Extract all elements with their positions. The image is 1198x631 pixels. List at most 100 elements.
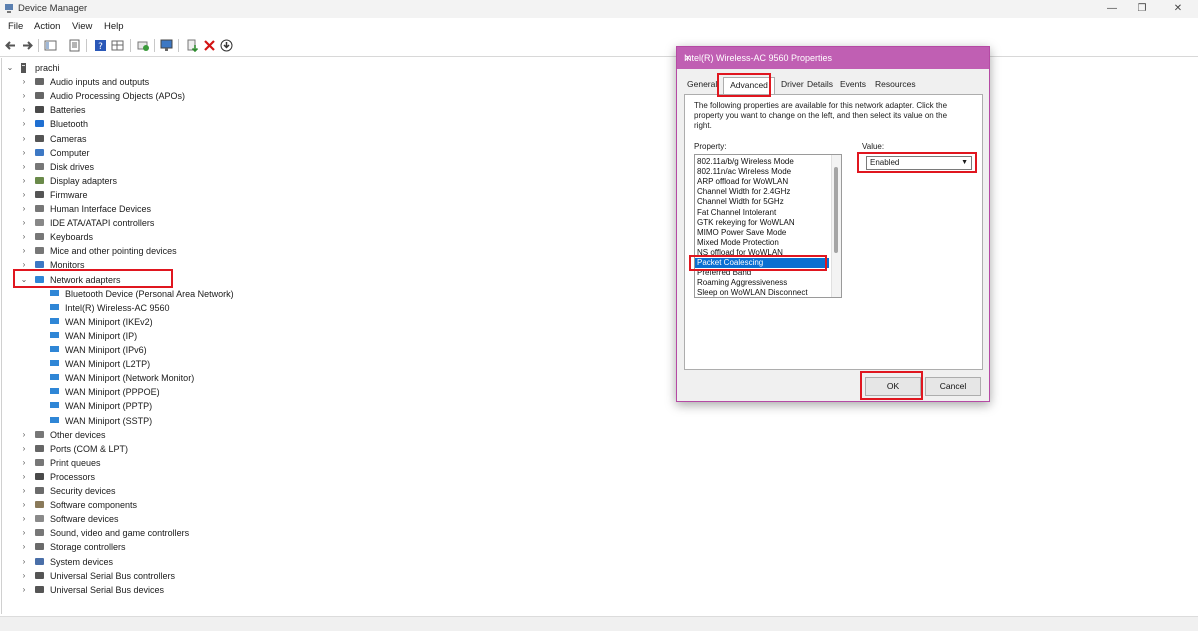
- forward-arrow-icon[interactable]: [21, 39, 34, 52]
- tree-device-bluetooth-device-personal-area-network[interactable]: Bluetooth Device (Personal Area Network): [0, 287, 260, 301]
- chevron-right-icon[interactable]: ›: [19, 103, 29, 117]
- tree-category-software-devices[interactable]: › Software devices: [0, 512, 240, 526]
- tree-device-wan-miniport-pppoe[interactable]: WAN Miniport (PPPOE): [0, 385, 260, 399]
- tree-category-audio-processing-objects-apos[interactable]: › Audio Processing Objects (APOs): [0, 89, 240, 103]
- tree-category-storage-controllers[interactable]: › Storage controllers: [0, 540, 240, 554]
- tree-category-computer[interactable]: › Computer: [0, 146, 240, 160]
- tree-category-print-queues[interactable]: › Print queues: [0, 456, 240, 470]
- tree-category-bluetooth[interactable]: › Bluetooth: [0, 117, 240, 131]
- property-item-gtk-rekeying-for-wowlan[interactable]: GTK rekeying for WoWLAN: [697, 218, 795, 228]
- uninstall-icon[interactable]: [203, 39, 216, 52]
- chevron-right-icon[interactable]: ›: [19, 456, 29, 470]
- menu-action[interactable]: Action: [34, 21, 60, 32]
- cancel-button[interactable]: Cancel: [925, 377, 981, 396]
- help-icon[interactable]: ?: [94, 39, 107, 52]
- tree-category-keyboards[interactable]: › Keyboards: [0, 230, 240, 244]
- property-item-sleep-on-wowlan-disconnect[interactable]: Sleep on WoWLAN Disconnect: [697, 288, 808, 297]
- close-window-button[interactable]: ✕: [1166, 2, 1190, 16]
- chevron-down-icon[interactable]: ⌄: [5, 61, 15, 75]
- tree-category-human-interface-devices[interactable]: › Human Interface Devices: [0, 202, 240, 216]
- chevron-right-icon[interactable]: ›: [19, 75, 29, 89]
- chevron-right-icon[interactable]: ›: [19, 146, 29, 160]
- tab-driver[interactable]: Driver: [781, 79, 804, 89]
- chevron-right-icon[interactable]: ›: [19, 484, 29, 498]
- property-item-mixed-mode-protection[interactable]: Mixed Mode Protection: [697, 238, 779, 248]
- tree-category-display-adapters[interactable]: › Display adapters: [0, 174, 240, 188]
- view-grid-icon[interactable]: [111, 39, 124, 52]
- chevron-right-icon[interactable]: ›: [19, 428, 29, 442]
- chevron-right-icon[interactable]: ›: [19, 202, 29, 216]
- tree-category-cameras[interactable]: › Cameras: [0, 132, 240, 146]
- chevron-right-icon[interactable]: ›: [19, 216, 29, 230]
- properties-icon[interactable]: [68, 39, 81, 52]
- property-item-802-11n-ac-wireless-mode[interactable]: 802.11n/ac Wireless Mode: [697, 167, 791, 177]
- tree-device-wan-miniport-pptp[interactable]: WAN Miniport (PPTP): [0, 399, 260, 413]
- tree-device-wan-miniport-sstp[interactable]: WAN Miniport (SSTP): [0, 414, 260, 428]
- chevron-right-icon[interactable]: ›: [19, 132, 29, 146]
- chevron-right-icon[interactable]: ›: [19, 526, 29, 540]
- download-circle-icon[interactable]: [220, 39, 233, 52]
- tree-category-disk-drives[interactable]: › Disk drives: [0, 160, 240, 174]
- tree-category-sound-video-and-game-controllers[interactable]: › Sound, video and game controllers: [0, 526, 240, 540]
- property-item-channel-width-for-2-4ghz[interactable]: Channel Width for 2.4GHz: [697, 187, 790, 197]
- monitor-icon[interactable]: [160, 39, 173, 52]
- tab-details[interactable]: Details: [807, 79, 833, 89]
- chevron-right-icon[interactable]: ›: [19, 569, 29, 583]
- tree-category-system-devices[interactable]: › System devices: [0, 555, 240, 569]
- chevron-right-icon[interactable]: ›: [19, 117, 29, 131]
- chevron-right-icon[interactable]: ›: [19, 442, 29, 456]
- property-item-802-11a-b-g-wireless-mode[interactable]: 802.11a/b/g Wireless Mode: [697, 157, 794, 167]
- property-listbox[interactable]: 802.11a/b/g Wireless Mode 802.11n/ac Wire…: [694, 154, 842, 298]
- tree-device-wan-miniport-ikev2[interactable]: WAN Miniport (IKEv2): [0, 315, 260, 329]
- dialog-close-icon[interactable]: ✕: [684, 53, 981, 64]
- restore-button[interactable]: ❐: [1130, 2, 1154, 16]
- scan-hardware-icon[interactable]: [137, 39, 150, 52]
- tree-category-processors[interactable]: › Processors: [0, 470, 240, 484]
- chevron-right-icon[interactable]: ›: [19, 160, 29, 174]
- tree-category-software-components[interactable]: › Software components: [0, 498, 240, 512]
- chevron-right-icon[interactable]: ›: [19, 230, 29, 244]
- tree-category-ide-ata-atapi-controllers[interactable]: › IDE ATA/ATAPI controllers: [0, 216, 240, 230]
- chevron-right-icon[interactable]: ›: [19, 174, 29, 188]
- tab-events[interactable]: Events: [840, 79, 866, 89]
- tab-general[interactable]: General: [687, 79, 717, 89]
- chevron-right-icon[interactable]: ›: [19, 244, 29, 258]
- chevron-right-icon[interactable]: ›: [19, 555, 29, 569]
- tree-category-ports-com-lpt[interactable]: › Ports (COM & LPT): [0, 442, 240, 456]
- tree-device-wan-miniport-ip[interactable]: WAN Miniport (IP): [0, 329, 260, 343]
- scrollbar-thumb[interactable]: [834, 167, 838, 253]
- tree-root[interactable]: ⌄ prachi: [0, 61, 200, 75]
- minimize-button[interactable]: —: [1100, 2, 1124, 16]
- menu-file[interactable]: File: [8, 21, 23, 32]
- tree-category-other-devices[interactable]: › Other devices: [0, 428, 240, 442]
- tree-category-firmware[interactable]: › Firmware: [0, 188, 240, 202]
- menu-help[interactable]: Help: [104, 21, 124, 32]
- chevron-right-icon[interactable]: ›: [19, 470, 29, 484]
- property-item-fat-channel-intolerant[interactable]: Fat Channel Intolerant: [697, 208, 776, 218]
- property-scrollbar[interactable]: [831, 155, 841, 297]
- update-driver-icon[interactable]: [186, 39, 199, 52]
- tree-category-batteries[interactable]: › Batteries: [0, 103, 240, 117]
- tree-device-wan-miniport-l2tp[interactable]: WAN Miniport (L2TP): [0, 357, 260, 371]
- tree-device-wan-miniport-ipv6[interactable]: WAN Miniport (IPv6): [0, 343, 260, 357]
- tree-category-mice-and-other-pointing-devices[interactable]: › Mice and other pointing devices: [0, 244, 240, 258]
- property-item-channel-width-for-5ghz[interactable]: Channel Width for 5GHz: [697, 197, 784, 207]
- show-hide-tree-icon[interactable]: [44, 39, 57, 52]
- tree-device-wan-miniport-network-monitor[interactable]: WAN Miniport (Network Monitor): [0, 371, 260, 385]
- tab-resources[interactable]: Resources: [875, 79, 916, 89]
- chevron-right-icon[interactable]: ›: [19, 188, 29, 202]
- chevron-right-icon[interactable]: ›: [19, 498, 29, 512]
- tree-category-universal-serial-bus-devices[interactable]: › Universal Serial Bus devices: [0, 583, 240, 597]
- property-item-roaming-aggressiveness[interactable]: Roaming Aggressiveness: [697, 278, 787, 288]
- tree-category-security-devices[interactable]: › Security devices: [0, 484, 240, 498]
- tree-device-intel-r-wireless-ac-9560[interactable]: Intel(R) Wireless-AC 9560: [0, 301, 260, 315]
- chevron-right-icon[interactable]: ›: [19, 512, 29, 526]
- property-item-arp-offload-for-wowlan[interactable]: ARP offload for WoWLAN: [697, 177, 788, 187]
- tree-category-audio-inputs-and-outputs[interactable]: › Audio inputs and outputs: [0, 75, 240, 89]
- chevron-right-icon[interactable]: ›: [19, 583, 29, 597]
- tree-category-universal-serial-bus-controllers[interactable]: › Universal Serial Bus controllers: [0, 569, 240, 583]
- property-item-mimo-power-save-mode[interactable]: MIMO Power Save Mode: [697, 228, 786, 238]
- chevron-right-icon[interactable]: ›: [19, 540, 29, 554]
- chevron-right-icon[interactable]: ›: [19, 89, 29, 103]
- menu-view[interactable]: View: [72, 21, 92, 32]
